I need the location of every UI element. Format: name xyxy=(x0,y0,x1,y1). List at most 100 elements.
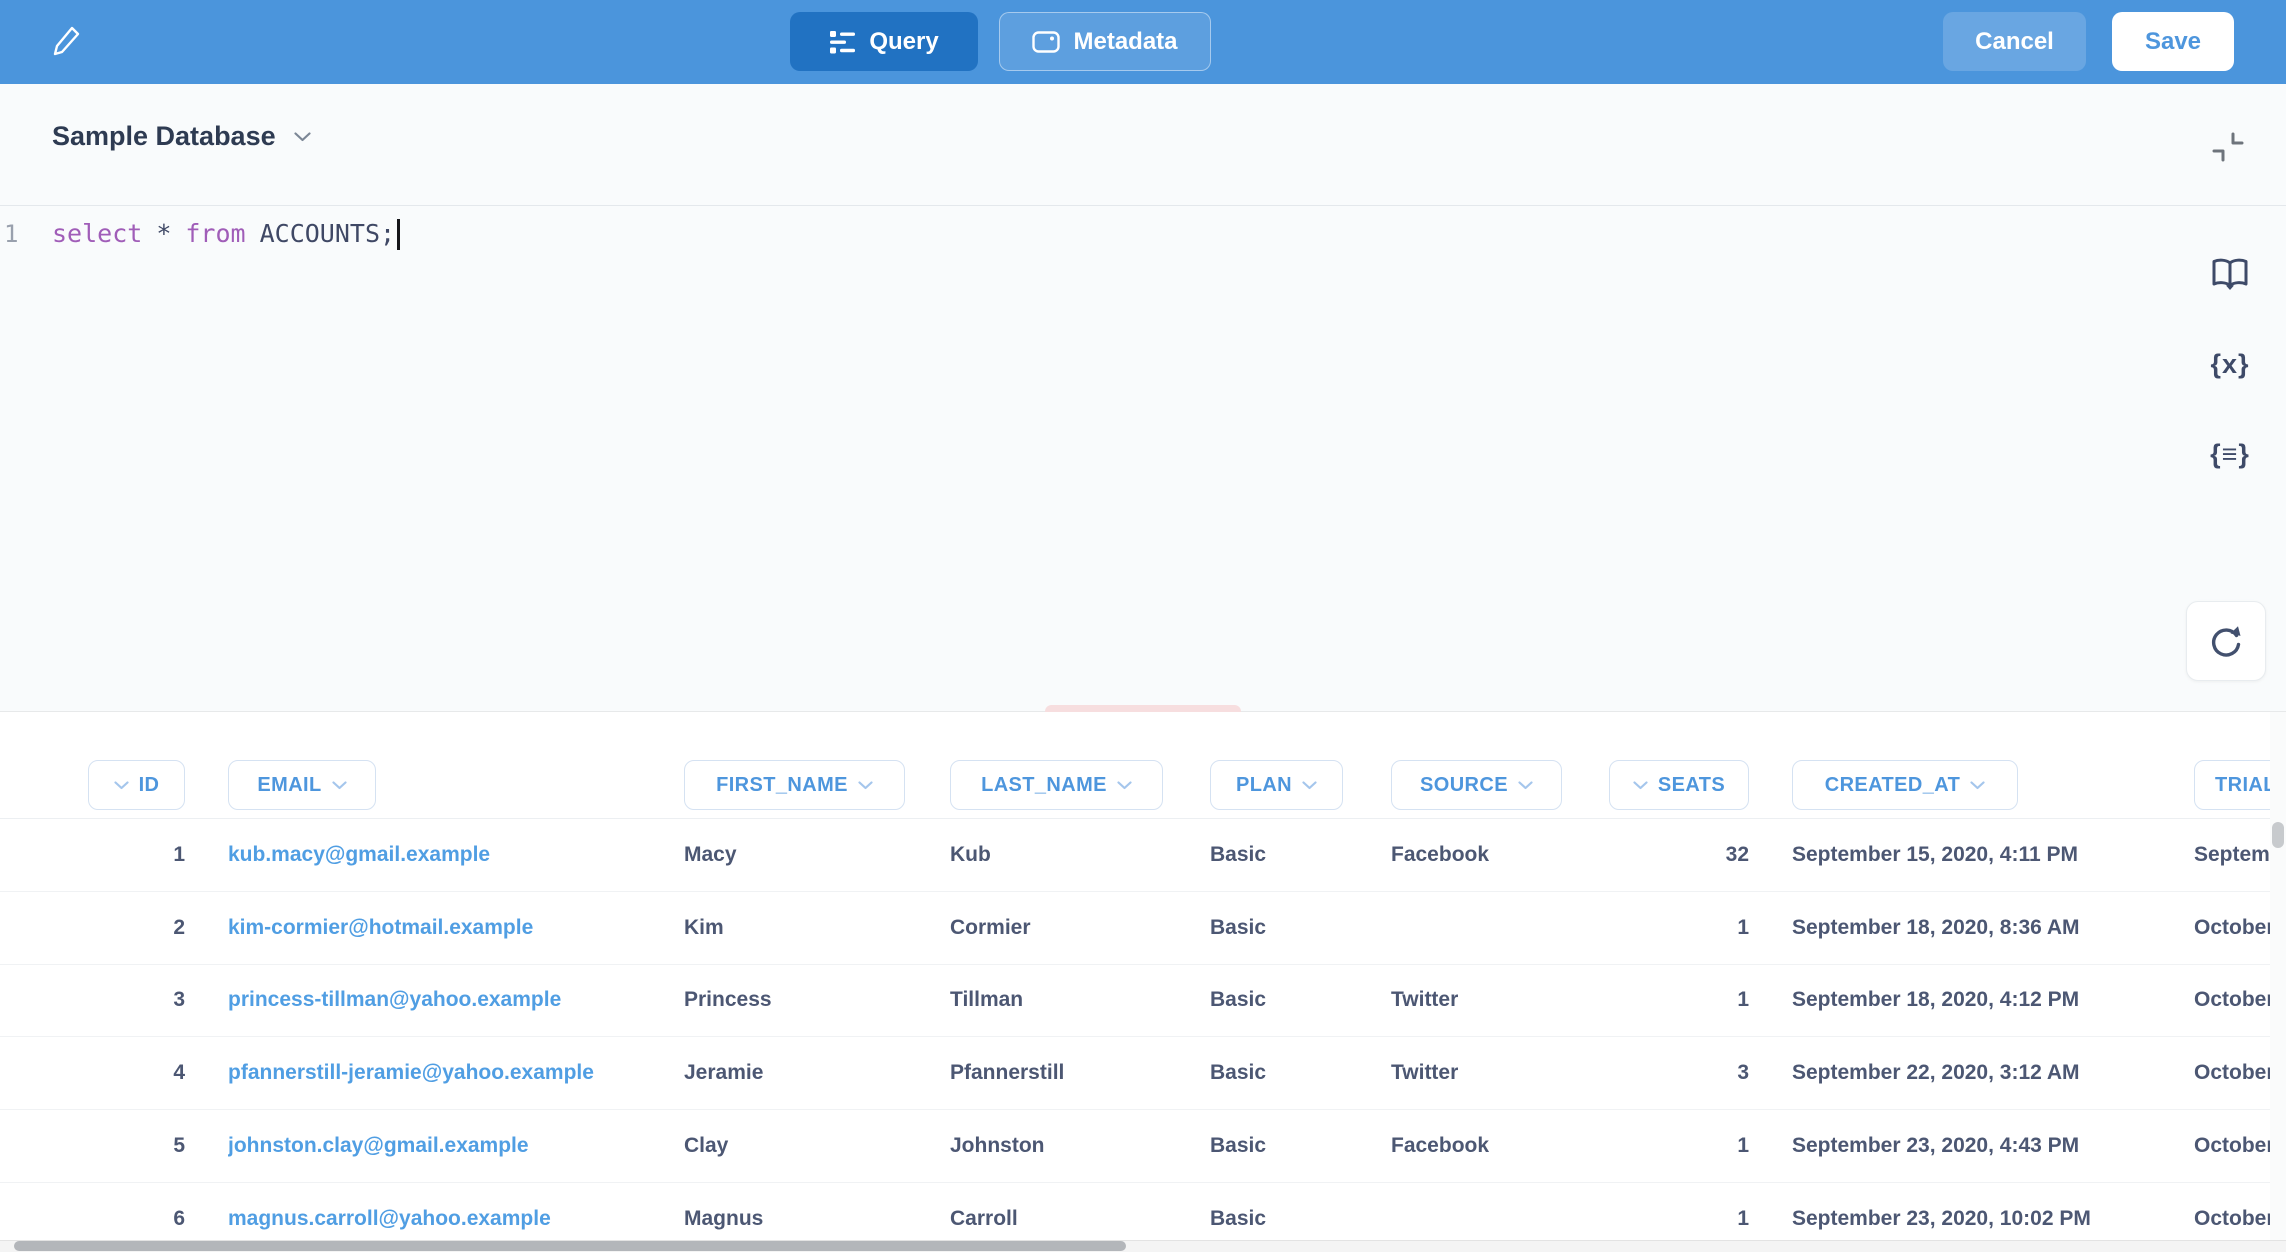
table-cell-email[interactable]: magnus.carroll@yahoo.example xyxy=(228,1183,678,1240)
data-reference-button[interactable] xyxy=(2206,252,2254,296)
table-cell-created_at: September 22, 2020, 3:12 AM xyxy=(1792,1037,2137,1109)
table-cell-plan: Basic xyxy=(1210,965,1375,1037)
chevron-down-icon xyxy=(1970,781,1985,790)
table-row: 2kim-cormier@hotmail.exampleKimCormierBa… xyxy=(0,892,2270,965)
table-cell-id: 1 xyxy=(60,819,185,891)
column-header-id[interactable]: ID xyxy=(88,760,185,810)
column-header-trial[interactable]: TRIAL_E xyxy=(2194,760,2270,810)
table-cell-id: 2 xyxy=(60,892,185,964)
cancel-button[interactable]: Cancel xyxy=(1943,12,2086,71)
column-header-label: SEATS xyxy=(1658,774,1725,797)
column-header-email[interactable]: EMAIL xyxy=(228,760,376,810)
snippets-button[interactable]: {≡} xyxy=(2206,432,2254,476)
table-cell-email[interactable]: kub.macy@gmail.example xyxy=(228,819,678,891)
column-header-source[interactable]: SOURCE xyxy=(1391,760,1562,810)
sql-keyword-from: from xyxy=(185,216,245,252)
table-cell-plan: Basic xyxy=(1210,819,1375,891)
line-number: 1 xyxy=(4,216,34,252)
column-header-label: PLAN xyxy=(1236,774,1292,797)
sql-editor-section xyxy=(0,84,2286,712)
table-cell-last_name: Cormier xyxy=(950,892,1200,964)
table-cell-last_name: Johnston xyxy=(950,1110,1200,1182)
run-query-button[interactable] xyxy=(2186,601,2266,681)
table-cell-last_name: Carroll xyxy=(950,1183,1200,1240)
text-cursor xyxy=(397,219,400,250)
column-header-label: FIRST_NAME xyxy=(716,774,848,797)
column-header-created_at[interactable]: CREATED_AT xyxy=(1792,760,2018,810)
vertical-scrollbar[interactable] xyxy=(2272,822,2284,848)
table-cell-first_name: Macy xyxy=(684,819,934,891)
tab-query-label: Query xyxy=(869,28,938,56)
tag-icon xyxy=(1032,31,1060,53)
chevron-down-icon xyxy=(294,132,311,142)
table-cell-id: 5 xyxy=(60,1110,185,1182)
table-cell-trial: Septemb xyxy=(2194,819,2270,891)
column-header-last_name[interactable]: LAST_NAME xyxy=(950,760,1163,810)
top-bar: Query Metadata Cancel Save xyxy=(0,0,2286,84)
table-body: 1kub.macy@gmail.exampleMacyKubBasicFaceb… xyxy=(0,818,2270,1240)
table-cell-email[interactable]: kim-cormier@hotmail.example xyxy=(228,892,678,964)
table-cell-first_name: Magnus xyxy=(684,1183,934,1240)
table-cell-trial: October xyxy=(2194,1037,2270,1109)
tab-query[interactable]: Query xyxy=(790,12,978,71)
sql-code-line[interactable]: select * from ACCOUNTS; xyxy=(52,216,400,252)
table-cell-plan: Basic xyxy=(1210,1037,1375,1109)
table-cell-seats: 1 xyxy=(1560,965,1749,1037)
refresh-icon xyxy=(2207,622,2245,660)
tab-metadata[interactable]: Metadata xyxy=(999,12,1211,71)
column-header-plan[interactable]: PLAN xyxy=(1210,760,1343,810)
table-cell-last_name: Pfannerstill xyxy=(950,1037,1200,1109)
table-cell-id: 3 xyxy=(60,965,185,1037)
table-cell-trial: October xyxy=(2194,1110,2270,1182)
chevron-down-icon xyxy=(1302,781,1317,790)
table-cell-trial: October xyxy=(2194,965,2270,1037)
column-header-label: EMAIL xyxy=(257,774,321,797)
chevron-down-icon xyxy=(1117,781,1132,790)
vertical-scrollbar-track xyxy=(2270,712,2286,1240)
table-row: 5johnston.clay@gmail.exampleClayJohnston… xyxy=(0,1110,2270,1183)
sql-star: * xyxy=(156,216,171,252)
table-cell-trial: October xyxy=(2194,1183,2270,1240)
table-cell-seats: 1 xyxy=(1560,1110,1749,1182)
editor-divider xyxy=(0,205,2286,206)
pencil-icon[interactable] xyxy=(52,22,82,60)
table-row: 6 magnus.carroll@yahoo.exampleMagnus Carro… xyxy=(0,1183,2270,1240)
table-cell-created_at: September 18, 2020, 8:36 AM xyxy=(1792,892,2137,964)
column-header-label: LAST_NAME xyxy=(981,774,1107,797)
column-header-label: ID xyxy=(139,774,160,797)
variables-button[interactable]: {x} xyxy=(2206,342,2254,386)
column-header-label: SOURCE xyxy=(1420,774,1508,797)
list-icon xyxy=(829,29,856,55)
results-table: ID EMAIL FIRST_NAME LAST_NAME PLAN SOURCE SEAT… xyxy=(0,712,2270,1240)
table-cell-email[interactable]: princess-tillman@yahoo.example xyxy=(228,965,678,1037)
table-cell-email[interactable]: johnston.clay@gmail.example xyxy=(228,1110,678,1182)
table-row: 3princess-tillman@yahoo.examplePrincessT… xyxy=(0,965,2270,1038)
table-cell-seats: 3 xyxy=(1560,1037,1749,1109)
table-cell-plan: Basic xyxy=(1210,1110,1375,1182)
table-cell-plan: Basic xyxy=(1210,1183,1375,1240)
table-cell-created_at: September 23, 2020, 4:43 PM xyxy=(1792,1110,2137,1182)
table-cell-created_at: September 23, 2020, 10:02 PM xyxy=(1792,1183,2137,1240)
tab-metadata-label: Metadata xyxy=(1073,28,1177,56)
sql-keyword-select: select xyxy=(52,216,142,252)
save-button[interactable]: Save xyxy=(2112,12,2234,71)
database-picker[interactable]: Sample Database xyxy=(52,121,311,152)
chevron-down-icon xyxy=(1633,781,1648,790)
horizontal-scrollbar[interactable] xyxy=(14,1241,1126,1251)
save-label: Save xyxy=(2145,28,2201,56)
variable-icon: {x} xyxy=(2210,349,2249,380)
column-header-label: CREATED_AT xyxy=(1825,774,1960,797)
column-header-label: TRIAL_E xyxy=(2215,774,2270,797)
collapse-editor-icon[interactable] xyxy=(2205,126,2251,172)
table-cell-id: 6 xyxy=(60,1183,185,1240)
table-cell-first_name: Jeramie xyxy=(684,1037,934,1109)
snippet-icon: {≡} xyxy=(2210,439,2250,470)
table-cell-email[interactable]: pfannerstill-jeramie@yahoo.example xyxy=(228,1037,678,1109)
table-cell-created_at: September 15, 2020, 4:11 PM xyxy=(1792,819,2137,891)
table-row: 1kub.macy@gmail.exampleMacyKubBasicFaceb… xyxy=(0,819,2270,892)
table-cell-trial: October xyxy=(2194,892,2270,964)
table-cell-plan: Basic xyxy=(1210,892,1375,964)
column-header-first_name[interactable]: FIRST_NAME xyxy=(684,760,905,810)
column-header-seats[interactable]: SEATS xyxy=(1609,760,1749,810)
chevron-down-icon xyxy=(1518,781,1533,790)
